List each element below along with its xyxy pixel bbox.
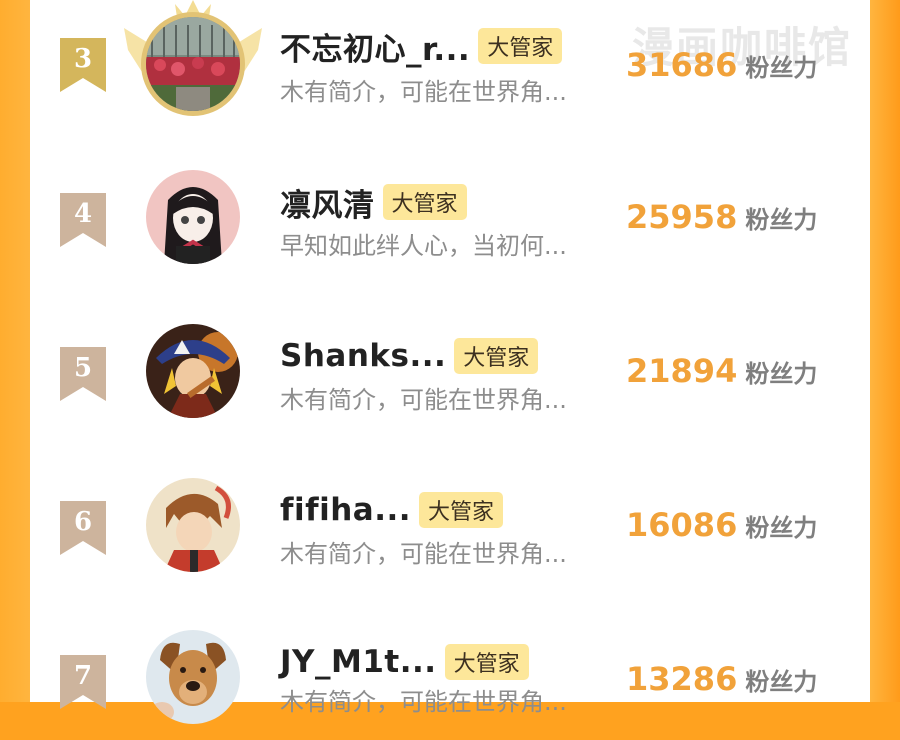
name-line: 凛风清 大管家 [280,180,467,224]
role-tag: 大管家 [454,338,539,374]
rank-number: 6 [73,507,93,537]
user-name[interactable]: 不忘初心_r... [280,24,470,69]
user-name[interactable]: 凛风清 [280,180,375,225]
rank-badge: 3 [60,38,106,92]
ranking-row[interactable]: 3 不忘初心_r... 大管家 木有简介，可能在世界角... 31686 粉丝力 [30,0,870,124]
name-line: JY_M1t... 大管家 [280,640,529,684]
fans-count: 16086 [626,506,738,544]
role-tag: 大管家 [419,492,504,528]
user-bio: 早知如此绊人心，当初何... [280,232,567,260]
avatar[interactable] [146,170,240,264]
user-bio: 木有简介，可能在世界角... [280,386,567,414]
avatar[interactable] [146,324,240,418]
left-orange-border [0,0,30,702]
rank-badge: 7 [60,655,106,709]
fans-score: 31686 粉丝力 [626,46,817,86]
fans-score: 25958 粉丝力 [626,198,817,238]
name-line: Shanks... 大管家 [280,334,539,378]
rank-number: 7 [73,661,93,691]
ranking-row[interactable]: 7 JY_M1t... 大管家 木有简介，可能在世界角... 13286 粉丝力 [30,610,870,740]
fans-label: 粉丝力 [745,206,818,234]
rank-number: 5 [73,353,93,383]
user-name[interactable]: Shanks... [280,338,446,374]
fans-label: 粉丝力 [745,668,818,696]
ranking-row[interactable]: 4 凛风清 大管家 早知如此绊人心，当初何... 25958 粉丝力 [30,148,870,278]
user-name[interactable]: JY_M1t... [280,644,437,680]
name-line: fifiha... 大管家 [280,488,504,532]
fans-count: 31686 [626,46,738,84]
right-orange-border [870,0,900,702]
fans-count: 25958 [626,198,738,236]
rank-badge: 6 [60,501,106,555]
user-name[interactable]: fifiha... [280,492,411,528]
avatar[interactable] [146,630,240,724]
fans-label: 粉丝力 [745,54,818,82]
rank-number: 4 [73,199,93,229]
role-tag: 大管家 [382,184,467,220]
rank-number: 3 [73,44,93,74]
fans-label: 粉丝力 [745,360,818,388]
name-line: 不忘初心_r... 大管家 [280,24,563,69]
rank-badge: 5 [60,347,106,401]
fans-score: 16086 粉丝力 [626,506,817,546]
fans-count: 13286 [626,660,738,698]
avatar[interactable] [146,478,240,572]
rank-badge: 4 [60,193,106,247]
fans-label: 粉丝力 [745,514,818,542]
fans-count: 21894 [626,352,738,390]
user-bio: 木有简介，可能在世界角... [280,540,567,568]
role-tag: 大管家 [444,644,529,680]
fans-score: 21894 粉丝力 [626,352,817,392]
ranking-panel: 漫画咖啡馆 3 不忘初心_r... 大管家 木有简介，可能在世界角... 316… [30,0,870,724]
role-tag: 大管家 [478,28,563,64]
user-bio: 木有简介，可能在世界角... [280,688,567,716]
ranking-row[interactable]: 6 fifiha... 大管家 木有简介，可能在世界角... 16086 粉丝力 [30,456,870,586]
avatar[interactable] [146,17,240,111]
ranking-row[interactable]: 5 Shanks... 大管家 木有简介，可能在世界角... 21894 粉丝力 [30,302,870,432]
fans-score: 13286 粉丝力 [626,660,817,700]
user-bio: 木有简介，可能在世界角... [280,78,567,106]
